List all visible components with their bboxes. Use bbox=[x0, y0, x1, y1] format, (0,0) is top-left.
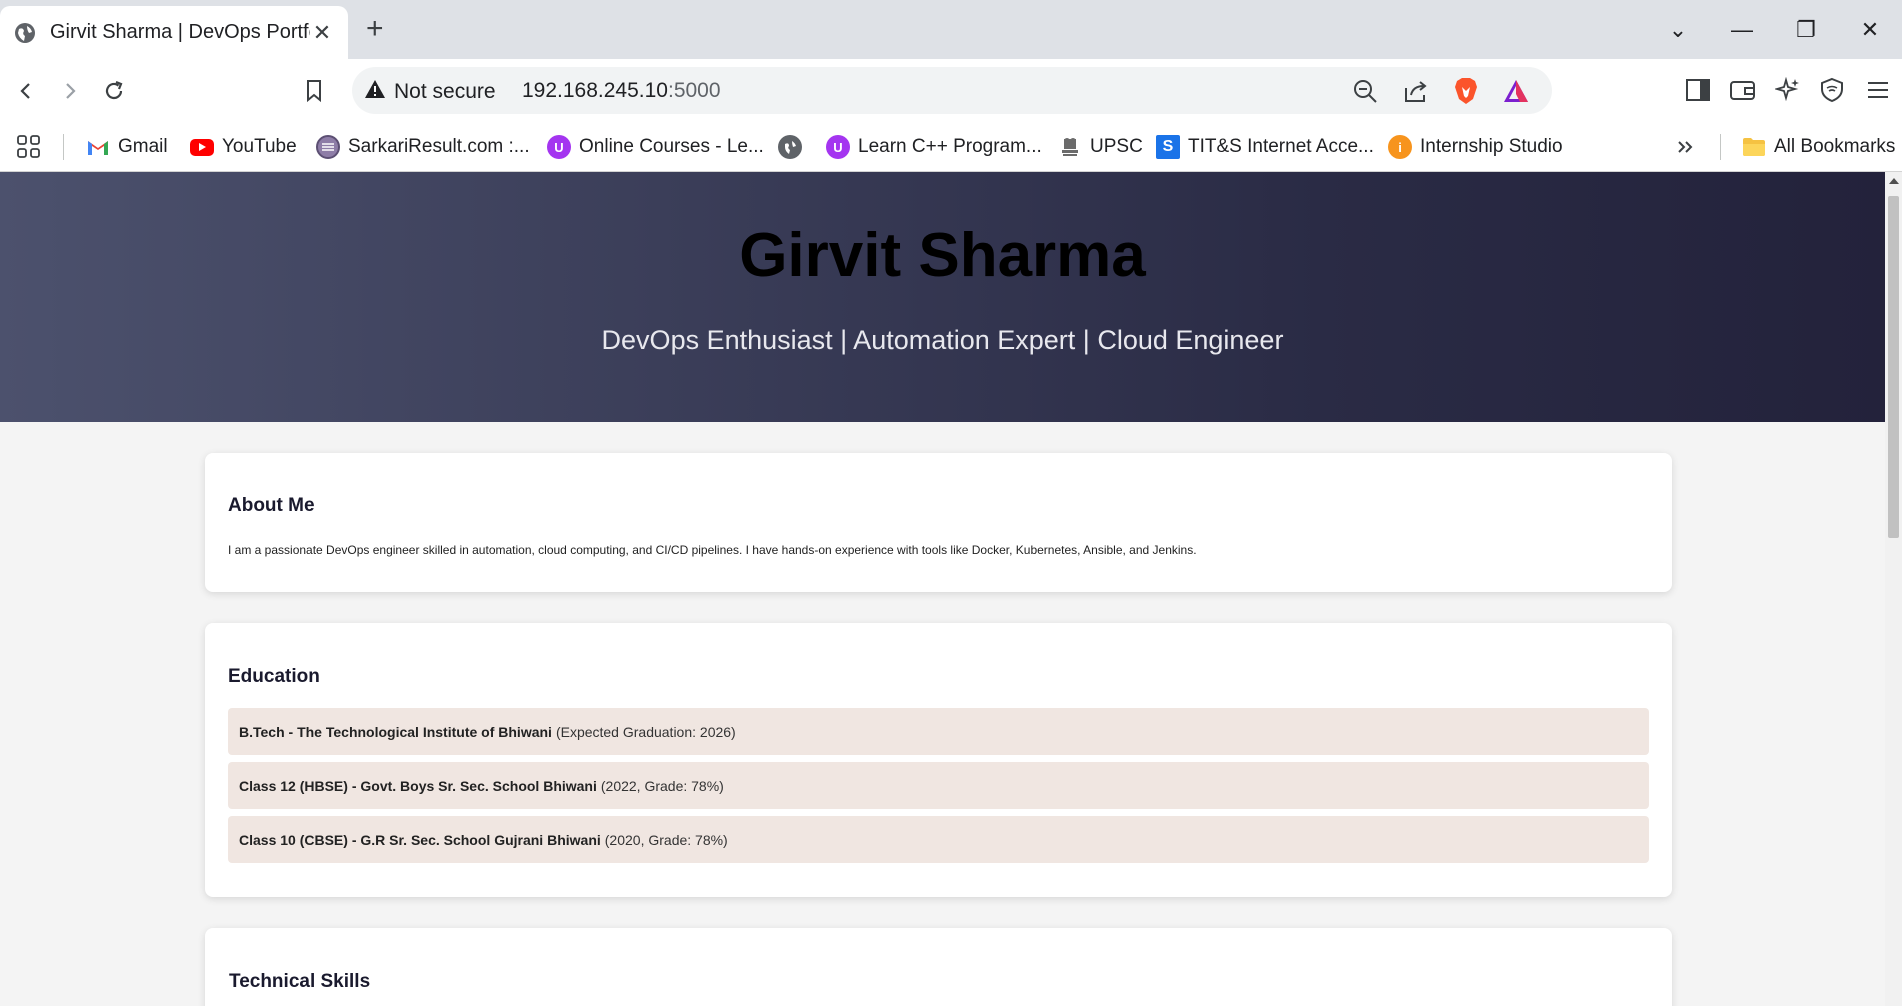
brave-shields-icon[interactable] bbox=[1452, 77, 1480, 105]
brave-rewards-icon[interactable] bbox=[1502, 77, 1530, 105]
forward-button[interactable] bbox=[52, 73, 88, 109]
page-scrollbar[interactable] bbox=[1885, 172, 1902, 1006]
bookmark-label: Learn C++ Program... bbox=[858, 136, 1042, 157]
share-icon[interactable] bbox=[1402, 77, 1430, 105]
address-bar[interactable]: Not secure 192.168.245.10:5000 bbox=[352, 67, 1552, 114]
menu-icon[interactable] bbox=[1864, 76, 1892, 104]
hero-tagline: DevOps Enthusiast | Automation Expert | … bbox=[601, 325, 1284, 355]
active-tab[interactable]: Girvit Sharma | DevOps Portfolio ✕ bbox=[0, 6, 348, 59]
tab-search-chevron-icon[interactable]: ⌄ bbox=[1646, 17, 1710, 43]
education-heading: Education bbox=[228, 666, 320, 687]
education-section: Education B.Tech - The Technological Ins… bbox=[205, 623, 1672, 897]
browser-toolbar: Not secure 192.168.245.10:5000 bbox=[0, 59, 1902, 122]
education-item-title: Class 12 (HBSE) - Govt. Boys Sr. Sec. Sc… bbox=[239, 777, 597, 794]
url-host: 192.168.245.10 bbox=[522, 79, 668, 102]
about-heading: About Me bbox=[228, 495, 315, 516]
udemy-icon: U bbox=[547, 135, 571, 159]
bookmark-label: SarkariResult.com :... bbox=[348, 136, 530, 157]
bookmark-globe[interactable] bbox=[778, 132, 810, 162]
education-item: Class 10 (CBSE) - G.R Sr. Sec. School Gu… bbox=[228, 816, 1649, 863]
tab-title: Girvit Sharma | DevOps Portfolio bbox=[50, 21, 310, 43]
all-bookmarks-button[interactable]: All Bookmarks bbox=[1742, 132, 1895, 162]
globe-icon bbox=[778, 135, 802, 159]
education-list: B.Tech - The Technological Institute of … bbox=[228, 708, 1649, 870]
tab-strip: Girvit Sharma | DevOps Portfolio ✕ + ⌄ —… bbox=[0, 0, 1902, 59]
education-item: Class 12 (HBSE) - Govt. Boys Sr. Sec. Sc… bbox=[228, 762, 1649, 809]
education-item-title: Class 10 (CBSE) - G.R Sr. Sec. School Gu… bbox=[239, 831, 601, 848]
internship-icon: i bbox=[1388, 135, 1412, 159]
folder-icon bbox=[1742, 135, 1766, 159]
scroll-up-arrow-icon[interactable] bbox=[1889, 178, 1899, 184]
bookmark-tits[interactable]: S TIT&S Internet Acce... bbox=[1156, 132, 1374, 162]
security-label: Not secure bbox=[394, 79, 496, 103]
bookmark-label: TIT&S Internet Acce... bbox=[1188, 136, 1374, 157]
bookmark-icon[interactable] bbox=[296, 73, 332, 109]
education-item: B.Tech - The Technological Institute of … bbox=[228, 708, 1649, 755]
bookmark-upsc[interactable]: UPSC bbox=[1058, 132, 1143, 162]
education-item-detail: (2022, Grade: 78%) bbox=[600, 777, 724, 794]
bookmark-online-courses[interactable]: U Online Courses - Le... bbox=[547, 132, 764, 162]
sarkari-icon bbox=[316, 135, 340, 159]
skills-heading: Technical Skills bbox=[229, 971, 371, 992]
close-window-button[interactable]: ✕ bbox=[1838, 17, 1902, 43]
bookmark-internship-studio[interactable]: i Internship Studio bbox=[1388, 132, 1563, 162]
bookmark-label: Gmail bbox=[118, 136, 168, 157]
close-tab-icon[interactable]: ✕ bbox=[310, 20, 334, 46]
globe-icon bbox=[14, 22, 36, 44]
page-viewport: Girvit Sharma DevOps Enthusiast | Automa… bbox=[0, 172, 1885, 1006]
bookmarks-bar: Gmail YouTube SarkariResult.com :... U O… bbox=[0, 122, 1902, 172]
bookmark-learn-cpp[interactable]: U Learn C++ Program... bbox=[826, 132, 1042, 162]
hero-header: Girvit Sharma DevOps Enthusiast | Automa… bbox=[0, 172, 1885, 422]
education-item-detail: (2020, Grade: 78%) bbox=[604, 831, 728, 848]
bookmark-label: Online Courses - Le... bbox=[579, 136, 764, 157]
bookmark-gmail[interactable]: Gmail bbox=[86, 132, 168, 162]
bookmark-youtube[interactable]: YouTube bbox=[190, 132, 297, 162]
url-port: :5000 bbox=[667, 79, 721, 102]
back-button[interactable] bbox=[8, 73, 44, 109]
zoom-out-icon[interactable] bbox=[1351, 77, 1379, 105]
apps-icon[interactable] bbox=[16, 132, 42, 162]
bookmark-label: UPSC bbox=[1090, 136, 1143, 157]
emblem-icon bbox=[1058, 135, 1082, 159]
s-logo-icon: S bbox=[1156, 135, 1180, 159]
warning-icon bbox=[364, 79, 386, 104]
scrollbar-thumb[interactable] bbox=[1888, 196, 1899, 538]
leo-ai-icon[interactable] bbox=[1774, 76, 1802, 104]
skills-section: Technical Skills bbox=[205, 928, 1672, 1006]
bookmark-label: Internship Studio bbox=[1420, 136, 1563, 157]
bookmark-label: YouTube bbox=[222, 136, 297, 157]
hero-name: Girvit Sharma bbox=[739, 221, 1146, 290]
education-item-detail: (Expected Graduation: 2026) bbox=[555, 723, 736, 740]
minimize-button[interactable]: — bbox=[1710, 17, 1774, 43]
url-text[interactable]: 192.168.245.10:5000 bbox=[522, 79, 721, 103]
youtube-icon bbox=[190, 138, 214, 156]
security-indicator[interactable]: Not secure bbox=[364, 79, 496, 104]
sidebar-icon[interactable] bbox=[1684, 76, 1712, 104]
bookmark-sarkariresult[interactable]: SarkariResult.com :... bbox=[316, 132, 530, 162]
vpn-shield-icon[interactable] bbox=[1818, 76, 1846, 104]
new-tab-button[interactable]: + bbox=[366, 14, 384, 44]
all-bookmarks-label: All Bookmarks bbox=[1774, 136, 1896, 157]
education-item-title: B.Tech - The Technological Institute of … bbox=[239, 723, 552, 740]
restore-button[interactable]: ❐ bbox=[1774, 17, 1838, 43]
wallet-icon[interactable] bbox=[1729, 76, 1757, 104]
gmail-icon bbox=[86, 135, 110, 159]
more-bookmarks-icon[interactable] bbox=[1677, 132, 1695, 162]
reload-button[interactable] bbox=[96, 73, 132, 109]
about-text: I am a passionate DevOps engineer skille… bbox=[228, 543, 1197, 557]
udemy-icon: U bbox=[826, 135, 850, 159]
about-section: About Me I am a passionate DevOps engine… bbox=[205, 453, 1672, 592]
